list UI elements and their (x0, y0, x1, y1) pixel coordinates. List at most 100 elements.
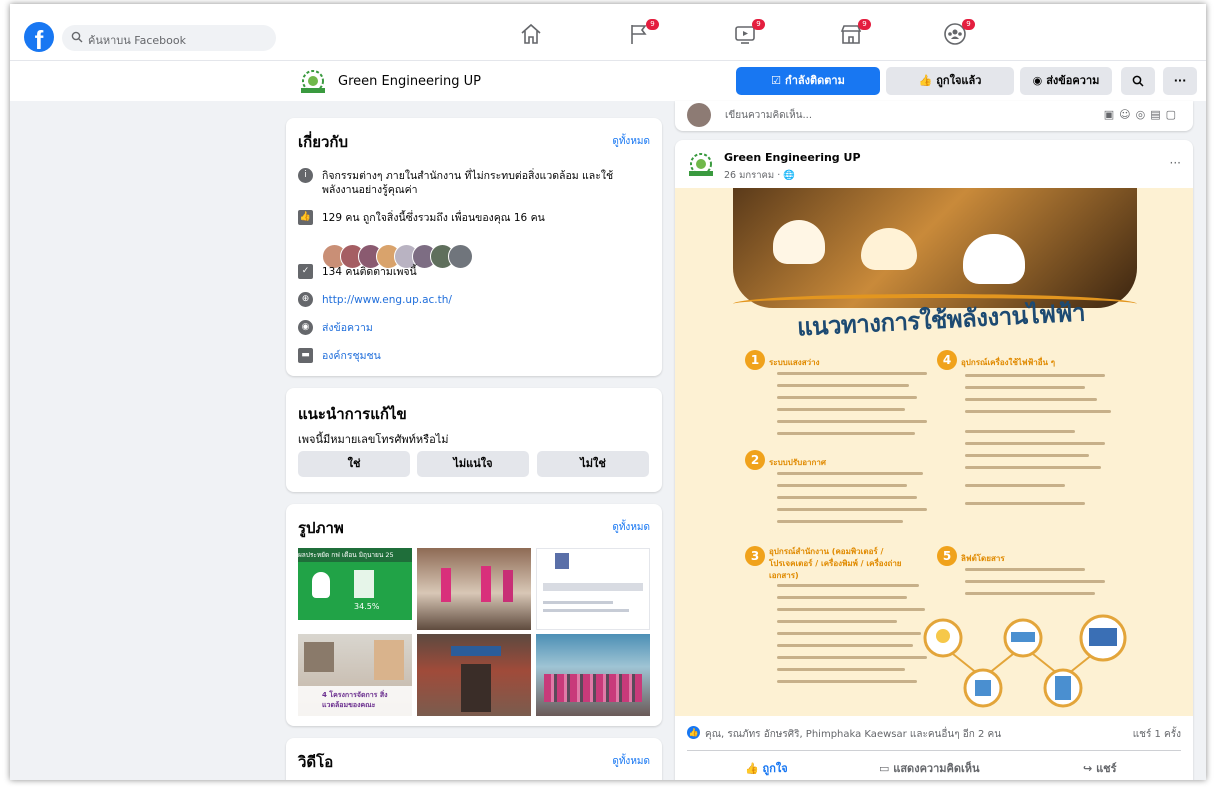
poster-section-title: อุปกรณ์สำนักงาน (คอมพิวเตอร์ / โปรเจคเตอ… (769, 547, 902, 580)
comment-composer: เขียนความคิดเห็น... ▣☺◎▤▢ (675, 101, 1193, 131)
post-image[interactable]: แนวทางการใช้พลังงานไฟฟ้า 1 ระบบแสงสว่าง … (675, 188, 1193, 716)
like-button[interactable]: 👍 ถูกใจ (745, 759, 788, 777)
poster-photo-banner (733, 188, 1137, 308)
like-label: ถูกใจ (762, 762, 788, 775)
comment-button[interactable]: ▭ แสดงความคิดเห็น (879, 759, 980, 777)
about-card: เกี่ยวกับ ดูทั้งหมด i กิจกรรมต่างๆ ภายใน… (286, 118, 662, 376)
photo-caption: ผลประหยัด กฟ เดือน มิถุนายน 25 (298, 548, 412, 562)
answer-unsure-button[interactable]: ไม่แน่ใจ (417, 451, 529, 477)
send-message-link[interactable]: ส่งข้อความ (322, 321, 632, 335)
browser-frame: f ค้นหาบน Facebook 9 9 9 9 Green Enginee… (10, 4, 1206, 780)
photo-thumbnail[interactable]: 4 โครงการจัดการ สิ่งแวดล้อมของคณะ (298, 634, 412, 716)
lightbulb-icon (312, 572, 330, 598)
comment-input[interactable]: เขียนความคิดเห็น... (725, 108, 812, 123)
nav-watch-tab[interactable]: 9 (733, 19, 765, 54)
post-actions-bar: 👍 ถูกใจ ▭ แสดงความคิดเห็น ↪ แชร์ (687, 750, 1181, 780)
liked-button[interactable]: 👍 ถูกใจแล้ว (886, 67, 1014, 95)
videos-see-all-link[interactable]: ดูทั้งหมด (612, 754, 650, 769)
avatar[interactable] (687, 103, 711, 127)
comment-icon: ▭ (879, 762, 890, 775)
poster-section-number: 4 (937, 350, 957, 370)
folder-icon: ▬ (298, 348, 313, 363)
lightbulb-icon (963, 234, 1025, 284)
poster-section-number: 3 (745, 546, 765, 566)
notification-badge: 9 (858, 19, 871, 30)
suggest-edit-question: เพจนี้มีหมายเลขโทรศัพท์หรือไม่ (298, 433, 449, 446)
liked-label: ถูกใจแล้ว (936, 74, 982, 87)
post-author-name[interactable]: Green Engineering UP (724, 151, 861, 164)
poster-section-number: 5 (937, 546, 957, 566)
about-title: เกี่ยวกับ (298, 133, 349, 151)
share-button[interactable]: ↪ แชร์ (1083, 759, 1117, 777)
nav-marketplace-tab[interactable]: 9 (839, 19, 871, 54)
search-icon (1132, 75, 1144, 87)
notification-badge: 9 (752, 19, 765, 30)
suggest-edit-card: แนะนำการแก้ไข เพจนี้มีหมายเลขโทรศัพท์หรื… (286, 388, 662, 492)
post-card: Green Engineering UP 26 มกราคม · 🌐 ··· แ… (675, 140, 1193, 780)
poster-section-number: 2 (745, 450, 765, 470)
photo-thumbnail[interactable] (417, 548, 531, 630)
photo-caption: 4 โครงการจัดการ สิ่งแวดล้อมของคณะ (298, 686, 412, 716)
page-name[interactable]: Green Engineering UP (338, 74, 481, 89)
nav-groups-tab[interactable]: 9 (943, 19, 975, 54)
photo-percent: 34.5% (354, 602, 380, 611)
page-search-button[interactable] (1121, 67, 1155, 95)
more-options-button[interactable]: ··· (1163, 67, 1197, 95)
lightbulb-icon (773, 220, 825, 264)
page-logo-icon[interactable] (297, 67, 329, 95)
reactions-text[interactable]: คุณ, รณภัทร อักษรศิริ, Phimphaka Kaewsar… (705, 727, 1001, 742)
top-navigation-bar: f ค้นหาบน Facebook 9 9 9 9 (10, 4, 1206, 61)
send-message-label: ส่งข้อความ (1046, 74, 1100, 87)
globe-icon: ⊕ (298, 292, 313, 307)
notification-badge: 9 (646, 19, 659, 30)
thumbs-up-icon: 👍 (918, 74, 933, 87)
search-placeholder: ค้นหาบน Facebook (88, 34, 186, 47)
following-button[interactable]: ☑ กำลังติดตาม (736, 67, 880, 95)
like-reaction-icon[interactable]: 👍 (687, 726, 700, 739)
website-link[interactable]: http://www.eng.up.ac.th/ (322, 293, 632, 307)
messenger-icon: ◉ (1032, 74, 1043, 87)
photo-thumbnail[interactable] (536, 634, 650, 716)
reactions-bar: 👍 คุณ, รณภัทร อักษรศิริ, Phimphaka Kaews… (675, 718, 1193, 748)
post-timestamp[interactable]: 26 มกราคม · 🌐 (724, 168, 795, 183)
nav-pages-tab[interactable]: 9 (627, 19, 659, 54)
document-icon (354, 570, 374, 598)
send-message-button[interactable]: ◉ ส่งข้อความ (1020, 67, 1112, 95)
photos-title: รูปภาพ (298, 519, 344, 537)
answer-yes-button[interactable]: ใช่ (298, 451, 410, 477)
answer-no-button[interactable]: ไม่ใช่ (537, 451, 649, 477)
share-icon: ↪ (1083, 762, 1093, 775)
poster-section-number: 1 (745, 350, 765, 370)
lightbulb-icon (861, 228, 917, 270)
follow-check-icon: ✓ (298, 264, 313, 279)
shares-count[interactable]: แชร์ 1 ครั้ง (1133, 727, 1181, 742)
thumbs-up-icon: 👍 (298, 210, 313, 225)
appliance-icons-diagram (923, 614, 1127, 708)
nav-home-tab[interactable] (519, 22, 551, 54)
about-see-all-link[interactable]: ดูทั้งหมด (612, 134, 650, 149)
info-icon: i (298, 168, 313, 183)
photo-thumbnail[interactable] (417, 634, 531, 716)
share-label: แชร์ (1096, 762, 1117, 775)
page-header: Green Engineering UP ☑ กำลังติดตาม 👍 ถูกใจ… (10, 61, 1206, 101)
about-followers: 134 คนติดตามเพจนี้ (322, 266, 417, 278)
poster-section-title: อุปกรณ์เครื่องใช้ไฟฟ้าอื่น ๆ (961, 358, 1056, 367)
videos-title: วิดีโอ (298, 753, 334, 771)
comment-tools-icons[interactable]: ▣☺◎▤▢ (1104, 108, 1181, 121)
poster-section-title: ระบบปรับอากาศ (769, 458, 826, 467)
photo-thumbnail[interactable]: ผลประหยัด กฟ เดือน มิถุนายน 25 34.5% (298, 548, 412, 630)
comment-label: แสดงความคิดเห็น (893, 762, 980, 775)
videos-card: วิดีโอ ดูทั้งหมด (286, 738, 662, 780)
photo-thumbnail[interactable] (536, 548, 650, 630)
poster-section-title: ระบบแสงสว่าง (769, 358, 820, 367)
page-logo-icon[interactable] (685, 150, 717, 178)
photos-see-all-link[interactable]: ดูทั้งหมด (612, 520, 650, 535)
post-options-button[interactable]: ··· (1170, 156, 1181, 170)
facebook-logo-icon[interactable]: f (24, 22, 54, 52)
notification-badge: 9 (962, 19, 975, 30)
search-input[interactable]: ค้นหาบน Facebook (62, 25, 276, 51)
photos-card: รูปภาพ ดูทั้งหมด ผลประหยัด กฟ เดือน มิถุ… (286, 504, 662, 726)
category-link[interactable]: องค์กรชุมชน (322, 349, 632, 363)
home-icon (521, 23, 541, 44)
following-label: กำลังติดตาม (785, 74, 845, 87)
